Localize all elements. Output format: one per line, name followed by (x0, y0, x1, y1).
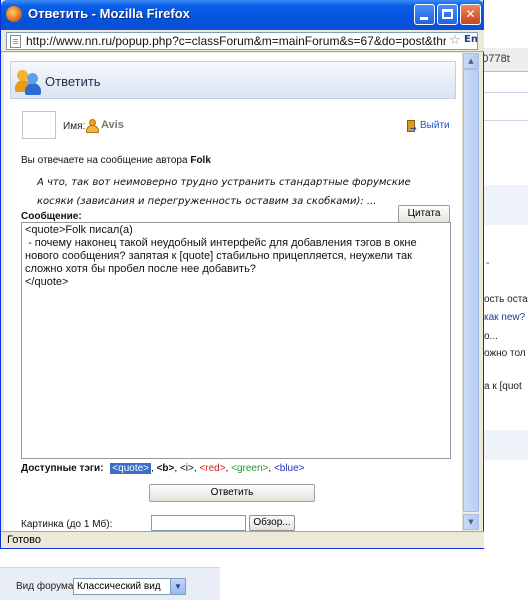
tag-blue[interactable]: <blue> (274, 463, 305, 474)
forum-view-value: Классический вид (77, 581, 161, 592)
tag-red[interactable]: <red> (199, 463, 225, 474)
logout-link[interactable]: Выйти (420, 120, 450, 131)
name-label: Имя: (63, 121, 86, 132)
tag-quote[interactable]: <quote> (110, 463, 152, 474)
status-text: Готово (7, 534, 41, 546)
reply-to-text: Вы отвечаете на сообщение автора Folk (21, 155, 211, 166)
popup-window: Ответить - Mozilla Firefox ✕ http://www.… (0, 0, 484, 549)
message-label: Сообщение: (21, 211, 82, 222)
image-file-input[interactable] (151, 515, 246, 531)
page-icon (10, 35, 21, 48)
background-snippet: о... (484, 331, 498, 342)
form-title: Ответить (45, 74, 101, 89)
background-snippet[interactable]: как new? (484, 312, 528, 323)
background-band (484, 430, 528, 460)
tag-green[interactable]: <green> (231, 463, 268, 474)
avatar (22, 111, 56, 139)
user-name: Avis (101, 119, 124, 131)
reply-author: Folk (190, 155, 211, 166)
message-textarea[interactable]: <quote>Folk писал(а) - почему наконец та… (21, 222, 451, 459)
background-snippet: ожно тол (484, 348, 526, 359)
window-titlebar[interactable]: Ответить - Mozilla Firefox ✕ (1, 0, 484, 30)
maximize-button[interactable] (437, 4, 458, 25)
tags-label: Доступные тэги: (21, 463, 104, 474)
forum-view-select[interactable]: Классический вид ▼ (73, 578, 186, 595)
form-header: Ответить (10, 61, 456, 99)
tag-italic[interactable]: <i> (180, 463, 194, 474)
window-title: Ответить - Mozilla Firefox (28, 6, 190, 21)
textarea-line: - почему наконец такой неудобный интерфе… (25, 237, 420, 275)
textarea-line: <quote>Folk писал(а) (25, 224, 133, 236)
scroll-up-button[interactable]: ▲ (463, 53, 479, 69)
logout-icon[interactable]: → (405, 120, 418, 133)
maximize-icon (442, 9, 453, 19)
user-icon (86, 119, 99, 133)
available-tags: Доступные тэги: <quote>, <b>, <i>, <red>… (21, 463, 305, 474)
image-upload-label: Картинка (до 1 Мб): (21, 519, 113, 530)
minimize-button[interactable] (414, 4, 435, 25)
tag-bold[interactable]: <b> (157, 463, 175, 474)
background-snippet: ость оста (484, 294, 528, 305)
chevron-down-icon[interactable]: ▼ (170, 579, 185, 594)
submit-reply-button[interactable]: Ответить (149, 484, 315, 502)
status-bar: Готово (1, 531, 484, 548)
browse-button[interactable]: Обзор... (249, 515, 295, 531)
address-bar: http://www.nn.ru/popup.php?c=classForum&… (1, 30, 484, 52)
textarea-line: </quote> (25, 276, 69, 288)
language-indicator[interactable]: En (464, 34, 477, 45)
bookmark-star-icon[interactable]: ☆ (449, 33, 461, 48)
page-content: Ответить Имя: Avis → Выйти Вы отвечаете … (4, 53, 462, 531)
users-icon (15, 67, 43, 95)
forum-view-label: Вид форума: (16, 581, 77, 592)
scroll-down-button[interactable]: ▼ (463, 514, 479, 530)
scroll-thumb[interactable] (463, 69, 479, 512)
firefox-icon (6, 6, 22, 22)
background-divider (484, 92, 528, 93)
quote-button[interactable]: Цитата (398, 205, 450, 223)
reply-prefix: Вы отвечаете на сообщение автора (21, 155, 188, 166)
background-snippet: а к [quot (484, 381, 522, 392)
background-divider (484, 120, 528, 121)
vertical-scrollbar[interactable]: ▲ ▼ (462, 53, 479, 531)
close-icon: ✕ (465, 7, 476, 21)
quoted-excerpt: А что, так вот неимоверно трудно устрани… (37, 177, 411, 207)
background-band (484, 185, 528, 225)
url-text[interactable]: http://www.nn.ru/popup.php?c=classForum&… (26, 34, 446, 48)
minimize-icon (420, 17, 428, 20)
close-button[interactable]: ✕ (460, 4, 481, 25)
url-field[interactable]: http://www.nn.ru/popup.php?c=classForum&… (6, 32, 478, 50)
